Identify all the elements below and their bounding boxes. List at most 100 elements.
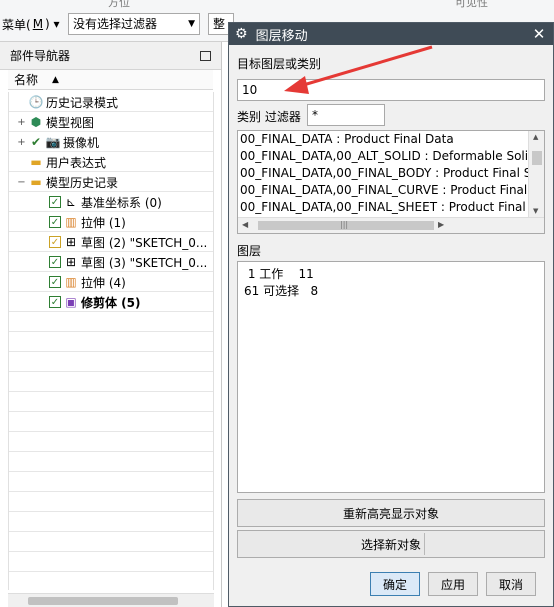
- folder-icon: ▬: [30, 155, 42, 169]
- category-list[interactable]: 00_FINAL_DATA : Product Final Data 00_FI…: [237, 130, 545, 234]
- part-navigator-title: 部件导航器: [10, 49, 71, 63]
- close-icon[interactable]: ✕: [525, 25, 553, 43]
- tree-node-label: 草图 (3) "SKETCH_0...: [81, 255, 208, 270]
- list-item[interactable]: 00_FINAL_DATA,00_FINAL_SHEET : Product F…: [238, 199, 544, 216]
- model-view-cube-icon: ⬢: [30, 115, 42, 129]
- category-filter-value: *: [312, 108, 318, 122]
- sort-ascending-icon: ▲: [52, 74, 59, 85]
- divider: [424, 533, 425, 555]
- tree-node-label: 历史记录模式: [46, 95, 119, 110]
- target-layer-input[interactable]: 10: [237, 79, 545, 101]
- layer-list[interactable]: 1 工作 11 61 可选择 8: [237, 261, 545, 493]
- category-filter-input[interactable]: *: [307, 104, 385, 126]
- tree-node-label: 摄像机: [63, 135, 100, 150]
- category-filter-label: 类别 过滤器: [237, 110, 301, 124]
- name-column-label: 名称: [14, 73, 39, 87]
- menu-label-tail: ) ▾: [45, 17, 60, 31]
- scroll-down-icon[interactable]: ▼: [533, 207, 538, 215]
- part-navigator-header: 部件导航器: [0, 42, 221, 70]
- tree-node-extrude-4[interactable]: ✓ ▥ 拉伸 (4): [49, 272, 126, 292]
- gear-icon[interactable]: ⚙: [235, 26, 248, 42]
- open-folder-icon: ▬: [30, 175, 42, 189]
- list-item[interactable]: 00_FINAL_DATA : Product Final Data: [238, 131, 544, 148]
- apply-button-label: 应用: [440, 577, 465, 592]
- navigator-tree: 🕒 历史记录模式 + ⬢ 模型视图 + ✔ 📷 摄像机 ▬ 用户表达式 − ▬ …: [8, 92, 214, 590]
- navigator-horizontal-scrollbar[interactable]: [8, 593, 214, 607]
- list-item[interactable]: 00_FINAL_DATA,00_ALT_SOLID : Deformable …: [238, 148, 544, 165]
- visibility-checkbox[interactable]: ✓: [49, 196, 61, 208]
- select-new-objects-button[interactable]: 选择新对象: [237, 530, 545, 558]
- rehighlight-objects-button[interactable]: 重新高亮显示对象: [237, 499, 545, 527]
- tree-node-cameras[interactable]: + ✔ 📷 摄像机: [17, 132, 99, 152]
- extrude-icon: ▥: [65, 275, 77, 289]
- list-item[interactable]: 61 可选择 8: [244, 283, 538, 300]
- ghost-label-right: 可见性: [455, 0, 488, 9]
- list-item[interactable]: 00_FINAL_DATA,00_FINAL_CURVE : Product F…: [238, 182, 544, 199]
- selection-filter-dropdown[interactable]: 没有选择过滤器 ▼: [68, 13, 200, 35]
- rehighlight-objects-label: 重新高亮显示对象: [342, 506, 439, 521]
- tree-node-label: 模型历史记录: [46, 175, 119, 190]
- ghost-label-left: 方位: [108, 0, 130, 9]
- expand-plus-icon[interactable]: +: [17, 137, 26, 148]
- tree-node-datum-csys[interactable]: ✓ ⊾ 基准坐标系 (0): [49, 192, 162, 212]
- ok-button[interactable]: 确定: [370, 572, 420, 596]
- target-layer-value: 10: [242, 83, 258, 97]
- extrude-icon: ▥: [65, 215, 77, 229]
- tree-node-model-history[interactable]: − ▬ 模型历史记录: [17, 172, 118, 192]
- cancel-button-label: 取消: [498, 577, 523, 592]
- menu-label: 菜单(: [2, 17, 31, 32]
- tree-node-label: 拉伸 (4): [81, 275, 126, 290]
- cancel-button[interactable]: 取消: [486, 572, 536, 596]
- visibility-checkbox[interactable]: ✓: [49, 296, 61, 308]
- datum-csys-icon: ⊾: [65, 195, 77, 209]
- chevron-down-icon: ▼: [188, 19, 195, 29]
- visibility-checkbox[interactable]: ✓: [49, 216, 61, 228]
- list-item[interactable]: 1 工作 11: [244, 266, 538, 283]
- scroll-left-icon[interactable]: ◀: [242, 220, 248, 229]
- visibility-checkbox[interactable]: ✓: [49, 256, 61, 268]
- camera-icon: 📷: [45, 135, 61, 149]
- scroll-right-icon[interactable]: ▶: [438, 220, 444, 229]
- apply-button[interactable]: 应用: [428, 572, 478, 596]
- move-to-layer-dialog: ⚙ 图层移动 ✕ 目标图层或类别 10 类别 过滤器 * 00_FINAL_DA…: [228, 22, 554, 607]
- select-new-objects-label: 选择新对象: [360, 537, 421, 552]
- maximize-icon[interactable]: [200, 50, 211, 61]
- trim-body-icon: ▣: [65, 295, 77, 309]
- tree-node-extrude-1[interactable]: ✓ ▥ 拉伸 (1): [49, 212, 126, 232]
- tree-node-user-expressions[interactable]: ▬ 用户表达式: [17, 152, 106, 172]
- name-column-header[interactable]: 名称 ▲: [8, 70, 213, 90]
- category-list-vertical-scrollbar[interactable]: ▲ ▼: [528, 131, 544, 219]
- part-navigator: 部件导航器 名称 ▲ 🕒 历史记录模式 + ⬢ 模型视图 + ✔ 📷 摄像机 ▬…: [0, 42, 222, 607]
- layers-label: 图层: [237, 244, 262, 258]
- tree-node-history-mode[interactable]: 🕒 历史记录模式: [17, 92, 118, 112]
- scrollbar-thumb[interactable]: [532, 151, 542, 165]
- scrollbar-thumb[interactable]: [28, 597, 178, 605]
- category-list-horizontal-scrollbar[interactable]: ◀ ||| ▶: [238, 217, 544, 233]
- scroll-grip-icon: |||: [340, 220, 349, 229]
- tree-node-label: 修剪体 (5): [81, 295, 141, 310]
- tree-node-label: 基准坐标系 (0): [81, 195, 162, 210]
- tree-node-label: 草图 (2) "SKETCH_0...: [81, 235, 208, 250]
- ok-button-label: 确定: [382, 577, 407, 592]
- tree-node-label: 模型视图: [46, 115, 95, 130]
- clock-icon: 🕒: [28, 95, 44, 109]
- visibility-checkbox[interactable]: ✓: [49, 236, 61, 248]
- list-item[interactable]: 00_FINAL_DATA,00_FINAL_BODY : Product Fi…: [238, 165, 544, 182]
- tree-node-model-views[interactable]: + ⬢ 模型视图: [17, 112, 94, 132]
- checkmark-icon: ✔: [30, 135, 42, 149]
- target-layer-label: 目标图层或类别: [237, 57, 322, 71]
- sketch-icon: ⊞: [65, 255, 77, 269]
- menu-button[interactable]: 菜单(M) ▾: [2, 15, 60, 33]
- tree-node-label: 拉伸 (1): [81, 215, 126, 230]
- collapse-minus-icon[interactable]: −: [17, 177, 26, 188]
- scroll-up-icon[interactable]: ▲: [533, 133, 538, 141]
- sketch-icon: ⊞: [65, 235, 77, 249]
- visibility-checkbox[interactable]: ✓: [49, 276, 61, 288]
- expand-plus-icon[interactable]: +: [17, 117, 26, 128]
- tree-node-sketch-2[interactable]: ✓ ⊞ 草图 (2) "SKETCH_0...: [49, 232, 207, 252]
- tree-node-trim-body-5[interactable]: ✓ ▣ 修剪体 (5): [49, 292, 141, 312]
- dialog-title-bar[interactable]: ⚙ 图层移动 ✕: [229, 23, 553, 45]
- scope-dropdown-value: 整: [213, 17, 226, 31]
- dialog-title: 图层移动: [255, 28, 308, 44]
- tree-node-sketch-3[interactable]: ✓ ⊞ 草图 (3) "SKETCH_0...: [49, 252, 207, 272]
